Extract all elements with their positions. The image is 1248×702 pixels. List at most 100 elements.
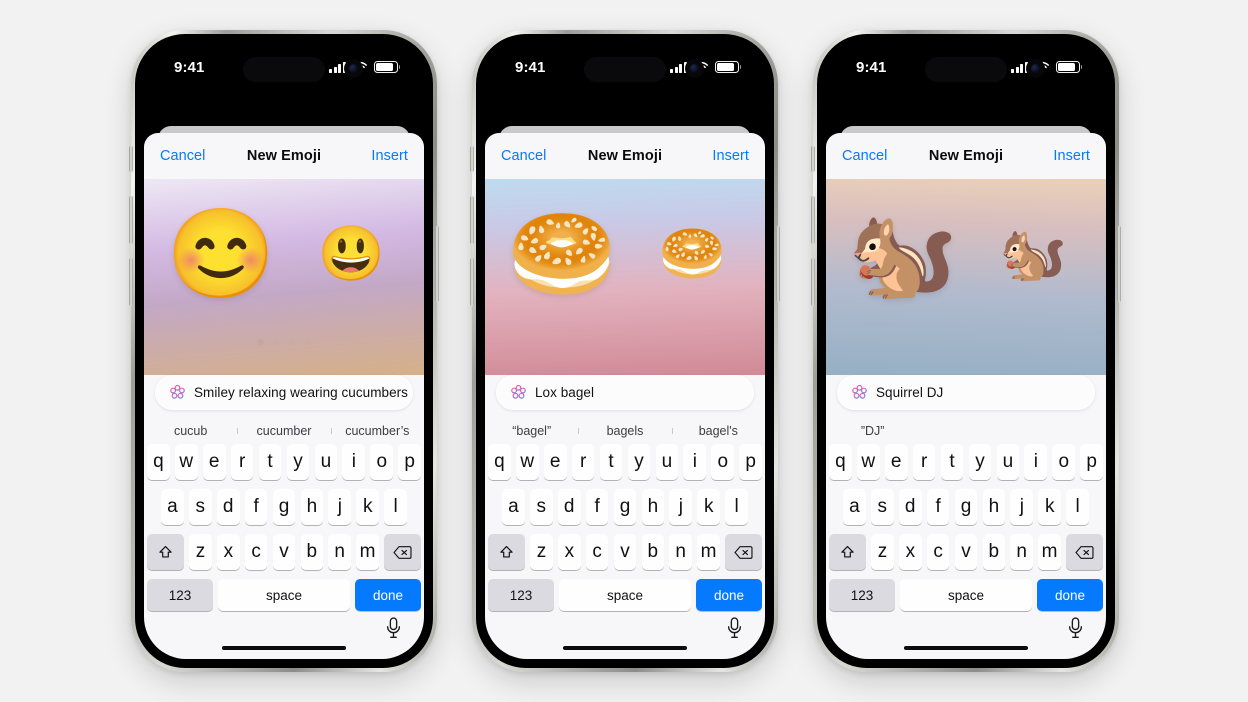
key-u[interactable]: u: [655, 444, 679, 480]
key-c[interactable]: c: [926, 534, 950, 570]
microphone-icon[interactable]: [726, 617, 743, 639]
numbers-key[interactable]: 123: [829, 579, 895, 611]
key-e[interactable]: e: [543, 444, 567, 480]
key-r[interactable]: r: [912, 444, 936, 480]
key-y[interactable]: y: [627, 444, 651, 480]
key-q[interactable]: q: [487, 444, 511, 480]
key-u[interactable]: u: [996, 444, 1020, 480]
key-w[interactable]: w: [174, 444, 198, 480]
suggestion-item[interactable]: cucub: [144, 424, 237, 438]
emoji-carousel[interactable]: 🐿️ 🐿️: [826, 179, 1106, 329]
key-f[interactable]: f: [244, 489, 268, 525]
key-d[interactable]: d: [898, 489, 922, 525]
key-x[interactable]: x: [217, 534, 240, 570]
suggestion-item[interactable]: cucumber’s: [330, 424, 424, 438]
prompt-field[interactable]: Lox bagel: [496, 375, 754, 410]
key-k[interactable]: k: [697, 489, 721, 525]
mute-switch[interactable]: [470, 146, 474, 172]
key-c[interactable]: c: [244, 534, 268, 570]
genmoji-preview-primary[interactable]: 😊: [166, 210, 276, 298]
key-k[interactable]: k: [1038, 489, 1062, 525]
prompt-field[interactable]: Smiley relaxing wearing cucumbers: [155, 375, 413, 410]
key-z[interactable]: z: [189, 534, 212, 570]
suggestion-item[interactable]: bagel's: [671, 424, 765, 438]
key-c[interactable]: c: [585, 534, 609, 570]
key-e[interactable]: e: [202, 444, 226, 480]
shift-icon[interactable]: [829, 534, 866, 570]
key-j[interactable]: j: [669, 489, 693, 525]
suggestion-item[interactable]: bagels: [578, 424, 671, 438]
key-q[interactable]: q: [146, 444, 170, 480]
key-g[interactable]: g: [613, 489, 637, 525]
volume-down-button[interactable]: [470, 258, 474, 306]
key-z[interactable]: z: [871, 534, 894, 570]
key-l[interactable]: l: [725, 489, 748, 525]
key-h[interactable]: h: [982, 489, 1006, 525]
key-o[interactable]: o: [370, 444, 394, 480]
key-i[interactable]: i: [683, 444, 707, 480]
volume-up-button[interactable]: [470, 196, 474, 244]
backspace-icon[interactable]: [724, 534, 762, 570]
key-b[interactable]: b: [641, 534, 665, 570]
key-a[interactable]: a: [502, 489, 525, 525]
key-q[interactable]: q: [828, 444, 852, 480]
key-b[interactable]: b: [982, 534, 1006, 570]
key-r[interactable]: r: [230, 444, 254, 480]
volume-down-button[interactable]: [811, 258, 815, 306]
key-h[interactable]: h: [300, 489, 324, 525]
key-s[interactable]: s: [188, 489, 212, 525]
key-d[interactable]: d: [557, 489, 581, 525]
key-o[interactable]: o: [1052, 444, 1076, 480]
key-y[interactable]: y: [286, 444, 310, 480]
home-indicator[interactable]: [222, 645, 346, 650]
home-indicator[interactable]: [563, 645, 687, 650]
key-j[interactable]: j: [1010, 489, 1034, 525]
prompt-field[interactable]: Squirrel DJ: [837, 375, 1095, 410]
key-b[interactable]: b: [300, 534, 324, 570]
backspace-icon[interactable]: [1065, 534, 1103, 570]
key-t[interactable]: t: [599, 444, 623, 480]
key-g[interactable]: g: [954, 489, 978, 525]
key-k[interactable]: k: [356, 489, 380, 525]
genmoji-preview-secondary[interactable]: 🐿️: [1000, 227, 1067, 281]
backspace-icon[interactable]: [383, 534, 421, 570]
done-key[interactable]: done: [696, 579, 762, 611]
home-indicator[interactable]: [904, 645, 1028, 650]
key-g[interactable]: g: [272, 489, 296, 525]
suggestion-item[interactable]: ”DJ”: [826, 424, 919, 438]
volume-up-button[interactable]: [811, 196, 815, 244]
genmoji-preview-primary[interactable]: 🥯: [507, 210, 617, 298]
key-o[interactable]: o: [711, 444, 735, 480]
mute-switch[interactable]: [811, 146, 815, 172]
genmoji-preview-secondary[interactable]: 🥯: [659, 227, 726, 281]
done-key[interactable]: done: [1037, 579, 1103, 611]
key-s[interactable]: s: [870, 489, 894, 525]
key-r[interactable]: r: [571, 444, 595, 480]
key-u[interactable]: u: [314, 444, 338, 480]
mute-switch[interactable]: [129, 146, 133, 172]
done-key[interactable]: done: [355, 579, 421, 611]
space-key[interactable]: space: [559, 579, 691, 611]
key-f[interactable]: f: [585, 489, 609, 525]
key-z[interactable]: z: [530, 534, 553, 570]
power-button[interactable]: [435, 226, 439, 302]
key-l[interactable]: l: [384, 489, 407, 525]
key-v[interactable]: v: [272, 534, 296, 570]
key-t[interactable]: t: [258, 444, 282, 480]
space-key[interactable]: space: [900, 579, 1032, 611]
key-d[interactable]: d: [216, 489, 240, 525]
shift-icon[interactable]: [488, 534, 525, 570]
key-y[interactable]: y: [968, 444, 992, 480]
key-x[interactable]: x: [558, 534, 581, 570]
key-l[interactable]: l: [1066, 489, 1089, 525]
volume-down-button[interactable]: [129, 258, 133, 306]
suggestion-item[interactable]: cucumber: [237, 424, 330, 438]
key-m[interactable]: m: [1038, 534, 1061, 570]
key-i[interactable]: i: [1024, 444, 1048, 480]
key-h[interactable]: h: [641, 489, 665, 525]
key-n[interactable]: n: [1010, 534, 1033, 570]
power-button[interactable]: [1117, 226, 1121, 302]
numbers-key[interactable]: 123: [147, 579, 213, 611]
suggestion-item[interactable]: “bagel”: [485, 424, 578, 438]
genmoji-preview-primary[interactable]: 🐿️: [848, 210, 958, 298]
